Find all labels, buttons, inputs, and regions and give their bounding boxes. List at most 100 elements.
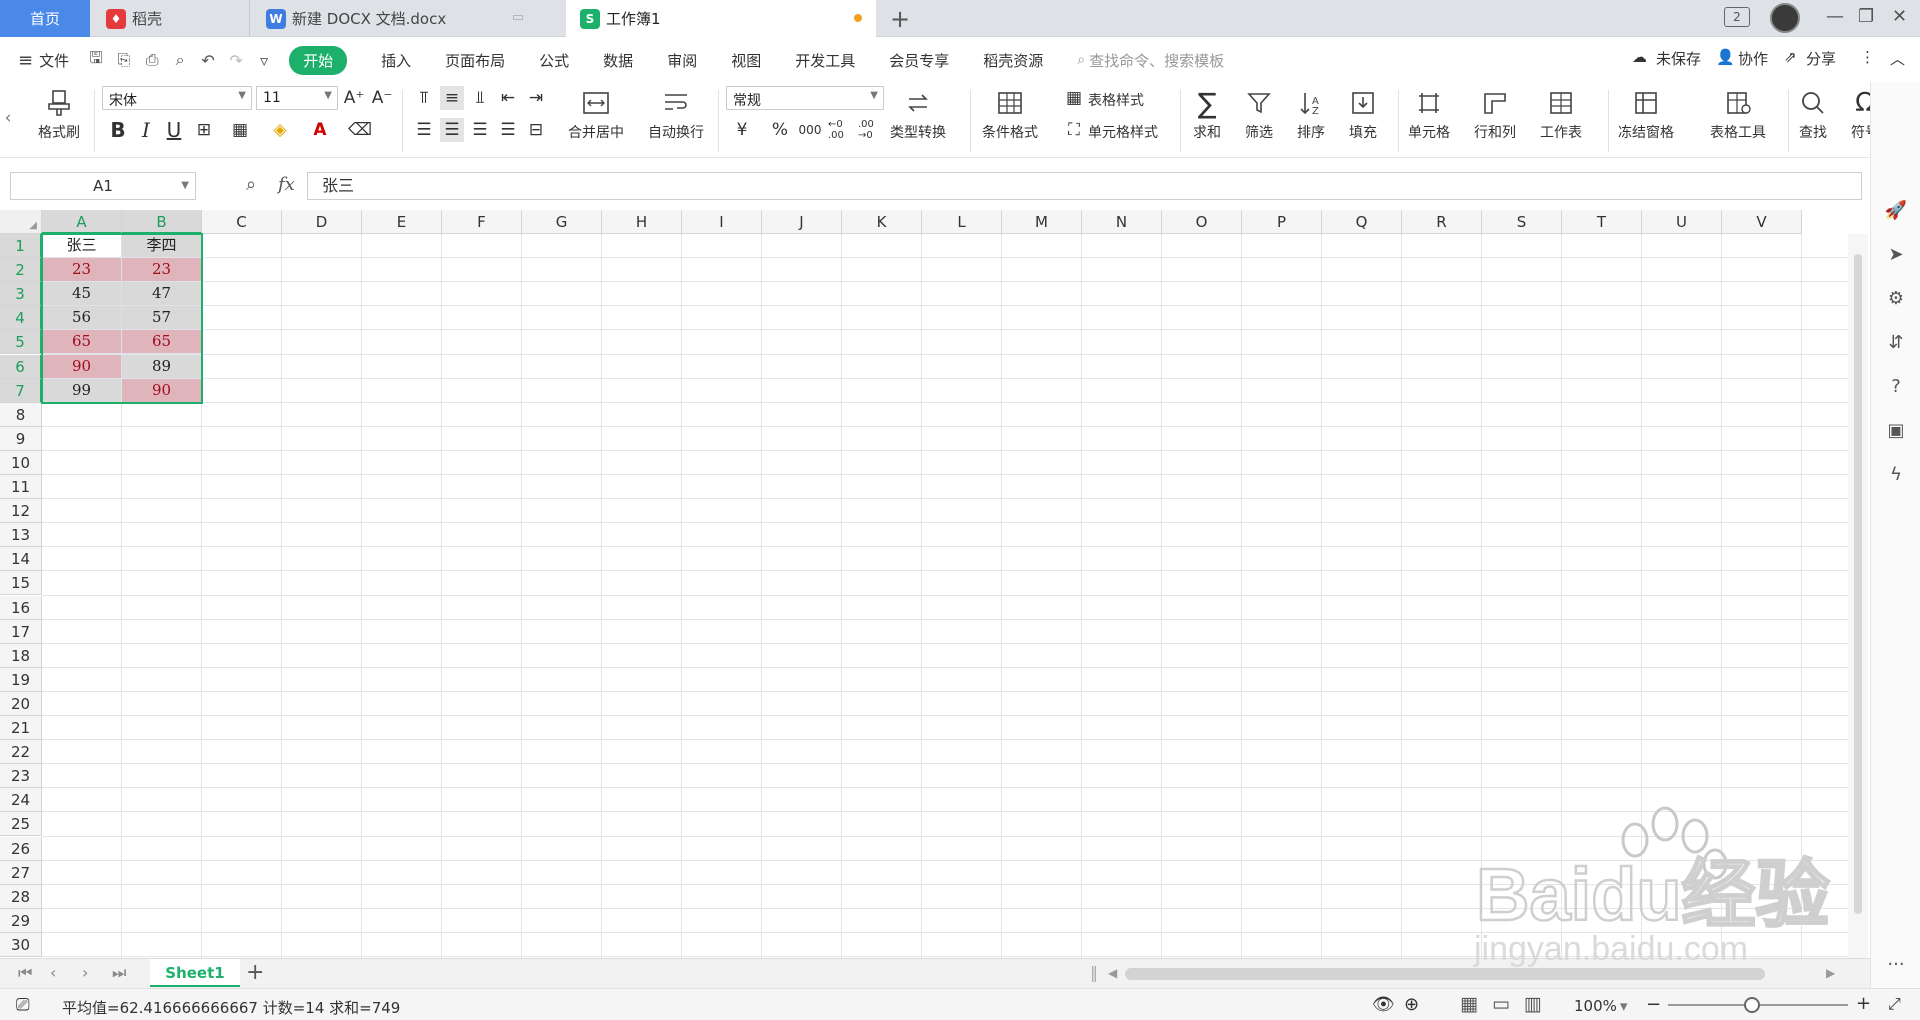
cell-button[interactable]: 单元格 [1408, 88, 1450, 142]
monitor-icon[interactable]: ▭ [512, 10, 524, 25]
tab-docx[interactable]: W 新建 DOCX 文档.docx ▭ [252, 0, 564, 37]
row-col-button[interactable]: 行和列 [1474, 88, 1516, 142]
currency-button[interactable]: ¥ [730, 118, 754, 142]
increase-font-icon[interactable]: A⁺ [342, 86, 366, 110]
align-bottom-icon[interactable]: ⫫ [468, 86, 492, 110]
align-right-icon[interactable]: ☰ [468, 118, 492, 142]
spreadsheet-grid[interactable]: ◢ ABCDEFGHIJKLMNOPQRSTUV 1 2 3 4 5 6 7 8 9 10 11 12… [0, 210, 1870, 959]
align-left-icon[interactable]: ☰ [412, 118, 436, 142]
scroll-right-icon[interactable]: ▶ [1826, 966, 1835, 980]
format-painter-button[interactable]: 格式刷 [38, 88, 80, 142]
name-box[interactable]: A1 ▼ [10, 172, 196, 200]
number-format-select[interactable]: 常规 ▼ [726, 86, 884, 110]
unsaved-button[interactable]: 未保存 [1656, 48, 1701, 69]
more-dots-icon[interactable]: ··· [1884, 954, 1908, 978]
row-header-9[interactable]: 9 [0, 426, 42, 451]
column-header-d[interactable]: D [282, 210, 362, 234]
collapse-ribbon-icon[interactable]: ︿ [1890, 48, 1905, 69]
table-tools-button[interactable]: 表格工具 [1710, 88, 1766, 142]
select-all-corner[interactable]: ◢ [0, 210, 42, 234]
lightning-icon[interactable]: ϟ [1884, 464, 1908, 488]
column-header-a[interactable]: A [42, 210, 122, 234]
first-sheet-icon[interactable]: ⏮ [18, 963, 32, 983]
clear-format-icon[interactable]: ⌫ [348, 118, 372, 142]
row-header-2[interactable]: 2 [0, 258, 42, 283]
cell-b1[interactable]: 李四 [122, 234, 202, 258]
row-header-22[interactable]: 22 [0, 740, 42, 765]
cell-style-button[interactable]: 单元格样式 [1088, 122, 1158, 142]
menu-file[interactable]: 文件 [39, 50, 69, 71]
row-header-11[interactable]: 11 [0, 475, 42, 499]
row-header-6[interactable]: 6 [0, 354, 42, 379]
align-top-icon[interactable]: ⫪ [412, 86, 436, 110]
menu-start[interactable]: 开始 [289, 45, 348, 75]
row-header-24[interactable]: 24 [0, 788, 42, 813]
horizontal-scroll-thumb[interactable] [1125, 968, 1765, 980]
macro-record-icon[interactable]: ⎚ [16, 995, 30, 1015]
cell-b4[interactable]: 57 [122, 306, 202, 331]
cell-a5[interactable]: 65 [42, 330, 122, 355]
undo-icon[interactable]: ↶ [197, 49, 219, 71]
column-header-i[interactable]: I [682, 210, 762, 234]
fill-button[interactable]: 填充 [1348, 88, 1378, 142]
column-header-s[interactable]: S [1482, 210, 1562, 234]
filter-button[interactable]: 筛选 [1244, 88, 1274, 142]
row-header-15[interactable]: 15 [0, 571, 42, 596]
zoom-slider-knob[interactable] [1744, 997, 1760, 1013]
worksheet-button[interactable]: 工作表 [1540, 88, 1582, 142]
ribbon-scroll-left-icon[interactable]: ‹ [2, 106, 14, 130]
save-icon[interactable]: 🖫 [85, 48, 107, 71]
distributed-align-icon[interactable]: ⊟ [524, 118, 548, 142]
next-sheet-icon[interactable]: › [82, 963, 88, 982]
column-header-r[interactable]: R [1402, 210, 1482, 234]
row-header-7[interactable]: 7 [0, 378, 42, 403]
column-header-b[interactable]: B [122, 210, 202, 234]
more-icon[interactable]: ⋮ [1860, 48, 1875, 66]
row-header-17[interactable]: 17 [0, 619, 42, 644]
wrap-text-button[interactable]: 自动换行 [648, 88, 704, 142]
cell-a4[interactable]: 56 [42, 306, 122, 331]
merge-center-button[interactable]: 合并居中 [568, 88, 624, 142]
font-size-select[interactable]: 11 ▼ [256, 86, 338, 110]
cell-a6[interactable]: 90 [42, 354, 122, 379]
menu-daoke-resources[interactable]: 稻壳资源 [983, 50, 1043, 71]
vertical-scrollbar[interactable] [1848, 234, 1868, 959]
underline-button[interactable]: U [162, 118, 186, 142]
close-icon[interactable]: ✕ [1892, 6, 1907, 27]
fill-color-icon[interactable]: ◈ [268, 118, 292, 142]
row-header-30[interactable]: 30 [0, 932, 42, 957]
row-header-19[interactable]: 19 [0, 667, 42, 692]
column-header-h[interactable]: H [602, 210, 682, 234]
prev-sheet-icon[interactable]: ‹ [50, 963, 56, 982]
cell-b6[interactable]: 89 [122, 354, 202, 379]
column-header-t[interactable]: T [1562, 210, 1642, 234]
fullscreen-icon[interactable]: ⤢ [1888, 994, 1901, 1014]
minimize-icon[interactable]: — [1826, 6, 1844, 27]
tab-workbook[interactable]: S 工作簿1 [566, 0, 876, 37]
italic-button[interactable]: I [134, 118, 158, 142]
sum-button[interactable]: ∑ 求和 [1192, 87, 1222, 142]
cell-fill-style-icon[interactable]: ▦ [228, 118, 252, 142]
cursor-icon[interactable]: ➤ [1884, 244, 1908, 268]
restore-icon[interactable]: ❐ [1858, 6, 1874, 27]
row-header-25[interactable]: 25 [0, 812, 42, 837]
command-search-input[interactable]: 查找命令、搜索模板 [1089, 50, 1224, 71]
row-header-26[interactable]: 26 [0, 836, 42, 861]
column-header-f[interactable]: F [442, 210, 522, 234]
menu-formula[interactable]: 公式 [539, 50, 569, 71]
new-tab-button[interactable]: + [882, 0, 918, 37]
split-handle-icon[interactable]: ‖ [1090, 963, 1098, 982]
redo-icon[interactable]: ↷ [225, 49, 247, 71]
increase-decimal-button[interactable]: ←0 .00 [828, 118, 856, 142]
column-header-p[interactable]: P [1242, 210, 1322, 234]
zoom-level[interactable]: 100% [1574, 997, 1617, 1015]
row-header-10[interactable]: 10 [0, 450, 42, 475]
share-button[interactable]: 分享 [1806, 48, 1836, 69]
row-header-21[interactable]: 21 [0, 716, 42, 740]
cell-b7[interactable]: 90 [122, 378, 202, 403]
column-header-g[interactable]: G [522, 210, 602, 234]
export-pdf-icon[interactable]: ⎘ [113, 49, 135, 71]
column-header-e[interactable]: E [362, 210, 442, 234]
row-header-3[interactable]: 3 [0, 282, 42, 307]
row-header-1[interactable]: 1 [0, 234, 42, 258]
